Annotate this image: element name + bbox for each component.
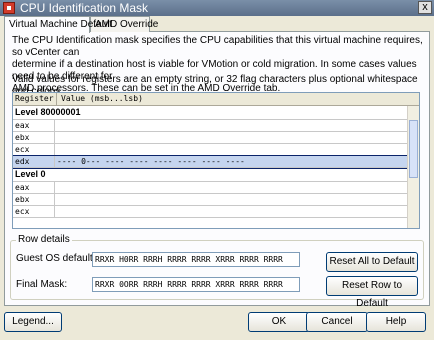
value-cell[interactable]: ---- 0--- ---- ---- ---- ---- ---- ---- [57, 156, 245, 167]
grid-level-row[interactable]: Level 80000001 [13, 106, 408, 120]
grid-register-row[interactable]: ebx [13, 132, 408, 144]
grid-register-row[interactable]: ecx [13, 144, 408, 156]
final-mask-label: Final Mask: [16, 279, 68, 290]
close-button[interactable]: x [418, 1, 432, 14]
app-icon [3, 2, 15, 14]
grid-register-row[interactable]: eax [13, 120, 408, 132]
register-cell: edx [13, 156, 55, 167]
guest-os-default-field: RRXR H0RR RRRH RRRR RRRR XRRR RRRR RRRR [92, 252, 300, 267]
grid-register-row[interactable]: edx ---- 0--- ---- ---- ---- ---- ---- --… [13, 155, 409, 169]
scrollbar-thumb[interactable] [409, 120, 418, 178]
grid-scrollbar[interactable] [407, 106, 419, 228]
register-cell: ebx [13, 194, 55, 205]
title-bar: CPU Identification Mask x [0, 0, 434, 16]
cancel-button[interactable]: Cancel [306, 312, 368, 332]
final-mask-field[interactable]: RRXR 0ORR RRRH RRRR RRRR XRRR RRRR RRRR [92, 277, 300, 292]
column-header-value[interactable]: Value (msb...lsb) [59, 93, 143, 105]
register-cell: eax [13, 182, 55, 193]
level-label: Level 0 [15, 169, 46, 179]
legend-button[interactable]: Legend... [4, 312, 62, 332]
ok-button[interactable]: OK [248, 312, 310, 332]
level-label: Level 80000001 [15, 107, 81, 117]
tab-virtual-machine-default[interactable]: Virtual Machine Default [4, 16, 112, 33]
grid-register-row[interactable]: ecx [13, 206, 408, 218]
help-button[interactable]: Help [366, 312, 426, 332]
reset-row-button[interactable]: Reset Row to Default [326, 276, 418, 309]
grid-register-row[interactable]: ebx [13, 194, 408, 206]
register-cell: ecx [13, 206, 55, 217]
guest-os-default-label: Guest OS default: [16, 253, 96, 264]
window-title: CPU Identification Mask [20, 1, 149, 15]
register-cell: ecx [13, 144, 55, 155]
register-grid[interactable]: Register Value (msb...lsb) Level 8000000… [12, 92, 420, 229]
grid-body: Level 80000001 eax ebx ecx edx ---- 0--- ----… [13, 106, 409, 218]
reset-all-button[interactable]: Reset All to Default [326, 252, 418, 272]
register-cell: ebx [13, 132, 55, 143]
grid-header: Register Value (msb...lsb) [13, 93, 419, 106]
column-header-register[interactable]: Register [13, 93, 57, 105]
grid-register-row[interactable]: eax [13, 182, 408, 194]
register-cell: eax [13, 120, 55, 131]
row-details-label: Row details [16, 234, 72, 245]
grid-level-row[interactable]: Level 0 [13, 168, 408, 182]
